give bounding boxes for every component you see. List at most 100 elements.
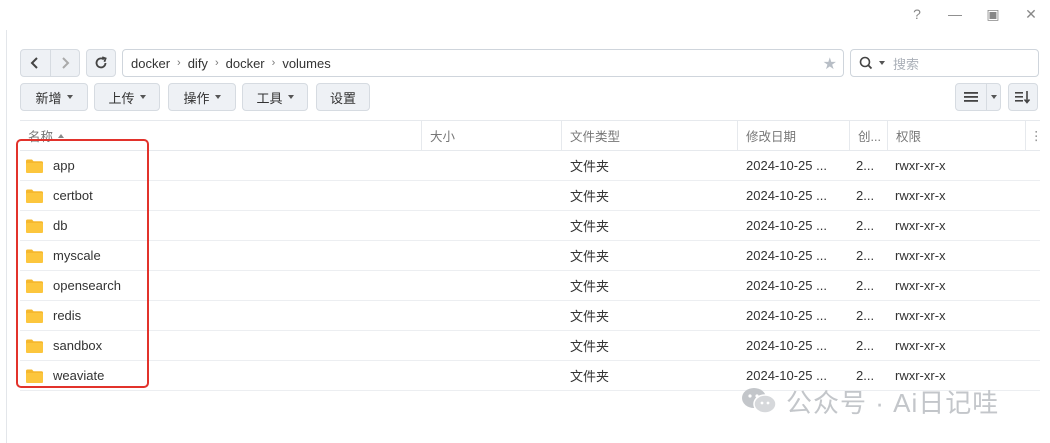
chevron-left-icon	[30, 57, 38, 69]
star-icon[interactable]: ★	[823, 54, 837, 74]
file-permission: rwxr-xr-x	[895, 278, 946, 293]
header-name[interactable]: 名称	[20, 121, 422, 150]
crumb-docker-2[interactable]: docker	[226, 56, 265, 71]
file-type: 文件夹	[570, 309, 610, 324]
folder-icon	[26, 159, 43, 173]
table-row[interactable]: app 文件夹 2024-10-25 ... 2... rwxr-xr-x	[20, 151, 1040, 181]
file-modified: 2024-10-25 ...	[746, 188, 827, 203]
folder-icon	[26, 219, 43, 233]
path-bar[interactable]: docker › dify › docker › volumes ★	[122, 49, 844, 77]
header-name-label: 名称	[28, 130, 54, 144]
file-modified: 2024-10-25 ...	[746, 338, 827, 353]
file-size	[422, 181, 560, 210]
view-mode-dropdown[interactable]	[987, 84, 1000, 110]
watermark-text: 公众号 · Ai日记哇	[786, 387, 1000, 418]
forward-button[interactable]	[49, 50, 80, 76]
new-button-label: 新增	[35, 90, 62, 106]
file-name: app	[53, 158, 75, 173]
search-placeholder: 搜索	[893, 56, 920, 72]
file-type: 文件夹	[570, 219, 610, 234]
tools-button[interactable]: 工具	[242, 83, 308, 111]
file-type: 文件夹	[570, 339, 610, 354]
watermark: 公众号 · Ai日记哇	[740, 383, 999, 419]
settings-button[interactable]: 设置	[316, 83, 370, 111]
header-size-label: 大小	[430, 130, 456, 144]
chevron-down-icon	[879, 61, 885, 65]
crumb-volumes[interactable]: volumes	[282, 56, 330, 71]
upload-button[interactable]: 上传	[94, 83, 160, 111]
table-row[interactable]: db 文件夹 2024-10-25 ... 2... rwxr-xr-x	[20, 211, 1040, 241]
action-button-label: 操作	[183, 90, 210, 106]
file-name: redis	[53, 308, 82, 323]
table-row[interactable]: sandbox 文件夹 2024-10-25 ... 2... rwxr-xr-…	[20, 331, 1040, 361]
file-name: certbot	[53, 188, 93, 203]
file-created: 2...	[856, 278, 875, 293]
table-header: 名称 大小 文件类型 修改日期 创... 权限 ⋮	[20, 120, 1043, 151]
crumb-docker[interactable]: docker	[131, 56, 170, 71]
file-modified: 2024-10-25 ...	[746, 308, 827, 323]
file-size	[422, 241, 560, 270]
file-permission: rwxr-xr-x	[895, 218, 946, 233]
maximize-button[interactable]: ▣	[984, 5, 1002, 23]
table-row[interactable]: myscale 文件夹 2024-10-25 ... 2... rwxr-xr-…	[20, 241, 1040, 271]
file-modified: 2024-10-25 ...	[746, 248, 827, 263]
chevron-down-icon	[990, 95, 997, 99]
column-menu-icon[interactable]: ⋮	[1026, 121, 1043, 150]
search-icon[interactable]	[859, 56, 885, 70]
table-row[interactable]: opensearch 文件夹 2024-10-25 ... 2... rwxr-…	[20, 271, 1040, 301]
header-modified[interactable]: 修改日期	[738, 121, 850, 150]
header-created-label: 创...	[858, 130, 881, 144]
header-created[interactable]: 创...	[850, 121, 888, 150]
file-name: db	[53, 218, 68, 233]
help-button[interactable]: ?	[908, 5, 926, 23]
file-permission: rwxr-xr-x	[895, 338, 946, 353]
file-permission: rwxr-xr-x	[895, 248, 946, 263]
back-button[interactable]	[21, 50, 50, 76]
window-left-edge	[0, 30, 7, 443]
file-name: sandbox	[53, 338, 103, 353]
file-type: 文件夹	[570, 189, 610, 204]
search-box[interactable]: 搜索	[850, 49, 1039, 77]
file-permission: rwxr-xr-x	[895, 308, 946, 323]
crumb-separator: ›	[177, 57, 181, 69]
file-type: 文件夹	[570, 249, 610, 264]
file-name: opensearch	[53, 278, 121, 293]
close-button[interactable]: ✕	[1022, 5, 1040, 23]
folder-icon	[26, 189, 43, 203]
header-perm-label: 权限	[896, 130, 922, 144]
action-button[interactable]: 操作	[168, 83, 236, 111]
file-modified: 2024-10-25 ...	[746, 158, 827, 173]
file-created: 2...	[856, 158, 875, 173]
tools-button-label: 工具	[256, 90, 283, 106]
crumb-dify[interactable]: dify	[188, 56, 208, 71]
file-name: weaviate	[53, 368, 105, 383]
file-permission: rwxr-xr-x	[895, 158, 946, 173]
wechat-icon	[740, 386, 778, 416]
header-perm[interactable]: 权限	[888, 121, 1026, 150]
table-row[interactable]: redis 文件夹 2024-10-25 ... 2... rwxr-xr-x	[20, 301, 1040, 331]
upload-button-label: 上传	[108, 90, 135, 106]
view-mode-group	[955, 83, 1001, 111]
sort-icon	[1015, 91, 1031, 104]
refresh-icon	[95, 56, 107, 69]
file-modified: 2024-10-25 ...	[746, 218, 827, 233]
file-created: 2...	[856, 188, 875, 203]
minimize-button[interactable]: —	[946, 5, 964, 23]
history-nav	[20, 49, 80, 77]
refresh-button[interactable]	[86, 49, 116, 77]
settings-button-label: 设置	[329, 90, 356, 106]
file-size	[422, 151, 560, 180]
folder-icon	[26, 279, 43, 293]
list-view-button[interactable]	[956, 84, 987, 110]
file-size	[422, 331, 560, 360]
folder-icon	[26, 339, 43, 353]
file-size	[422, 271, 560, 300]
table-row[interactable]: certbot 文件夹 2024-10-25 ... 2... rwxr-xr-…	[20, 181, 1040, 211]
folder-icon	[26, 249, 43, 263]
file-size	[422, 211, 560, 240]
header-type[interactable]: 文件类型	[562, 121, 738, 150]
sort-button[interactable]	[1008, 83, 1038, 111]
new-button[interactable]: 新增	[20, 83, 88, 111]
header-size[interactable]: 大小	[422, 121, 562, 150]
file-type: 文件夹	[570, 159, 610, 174]
